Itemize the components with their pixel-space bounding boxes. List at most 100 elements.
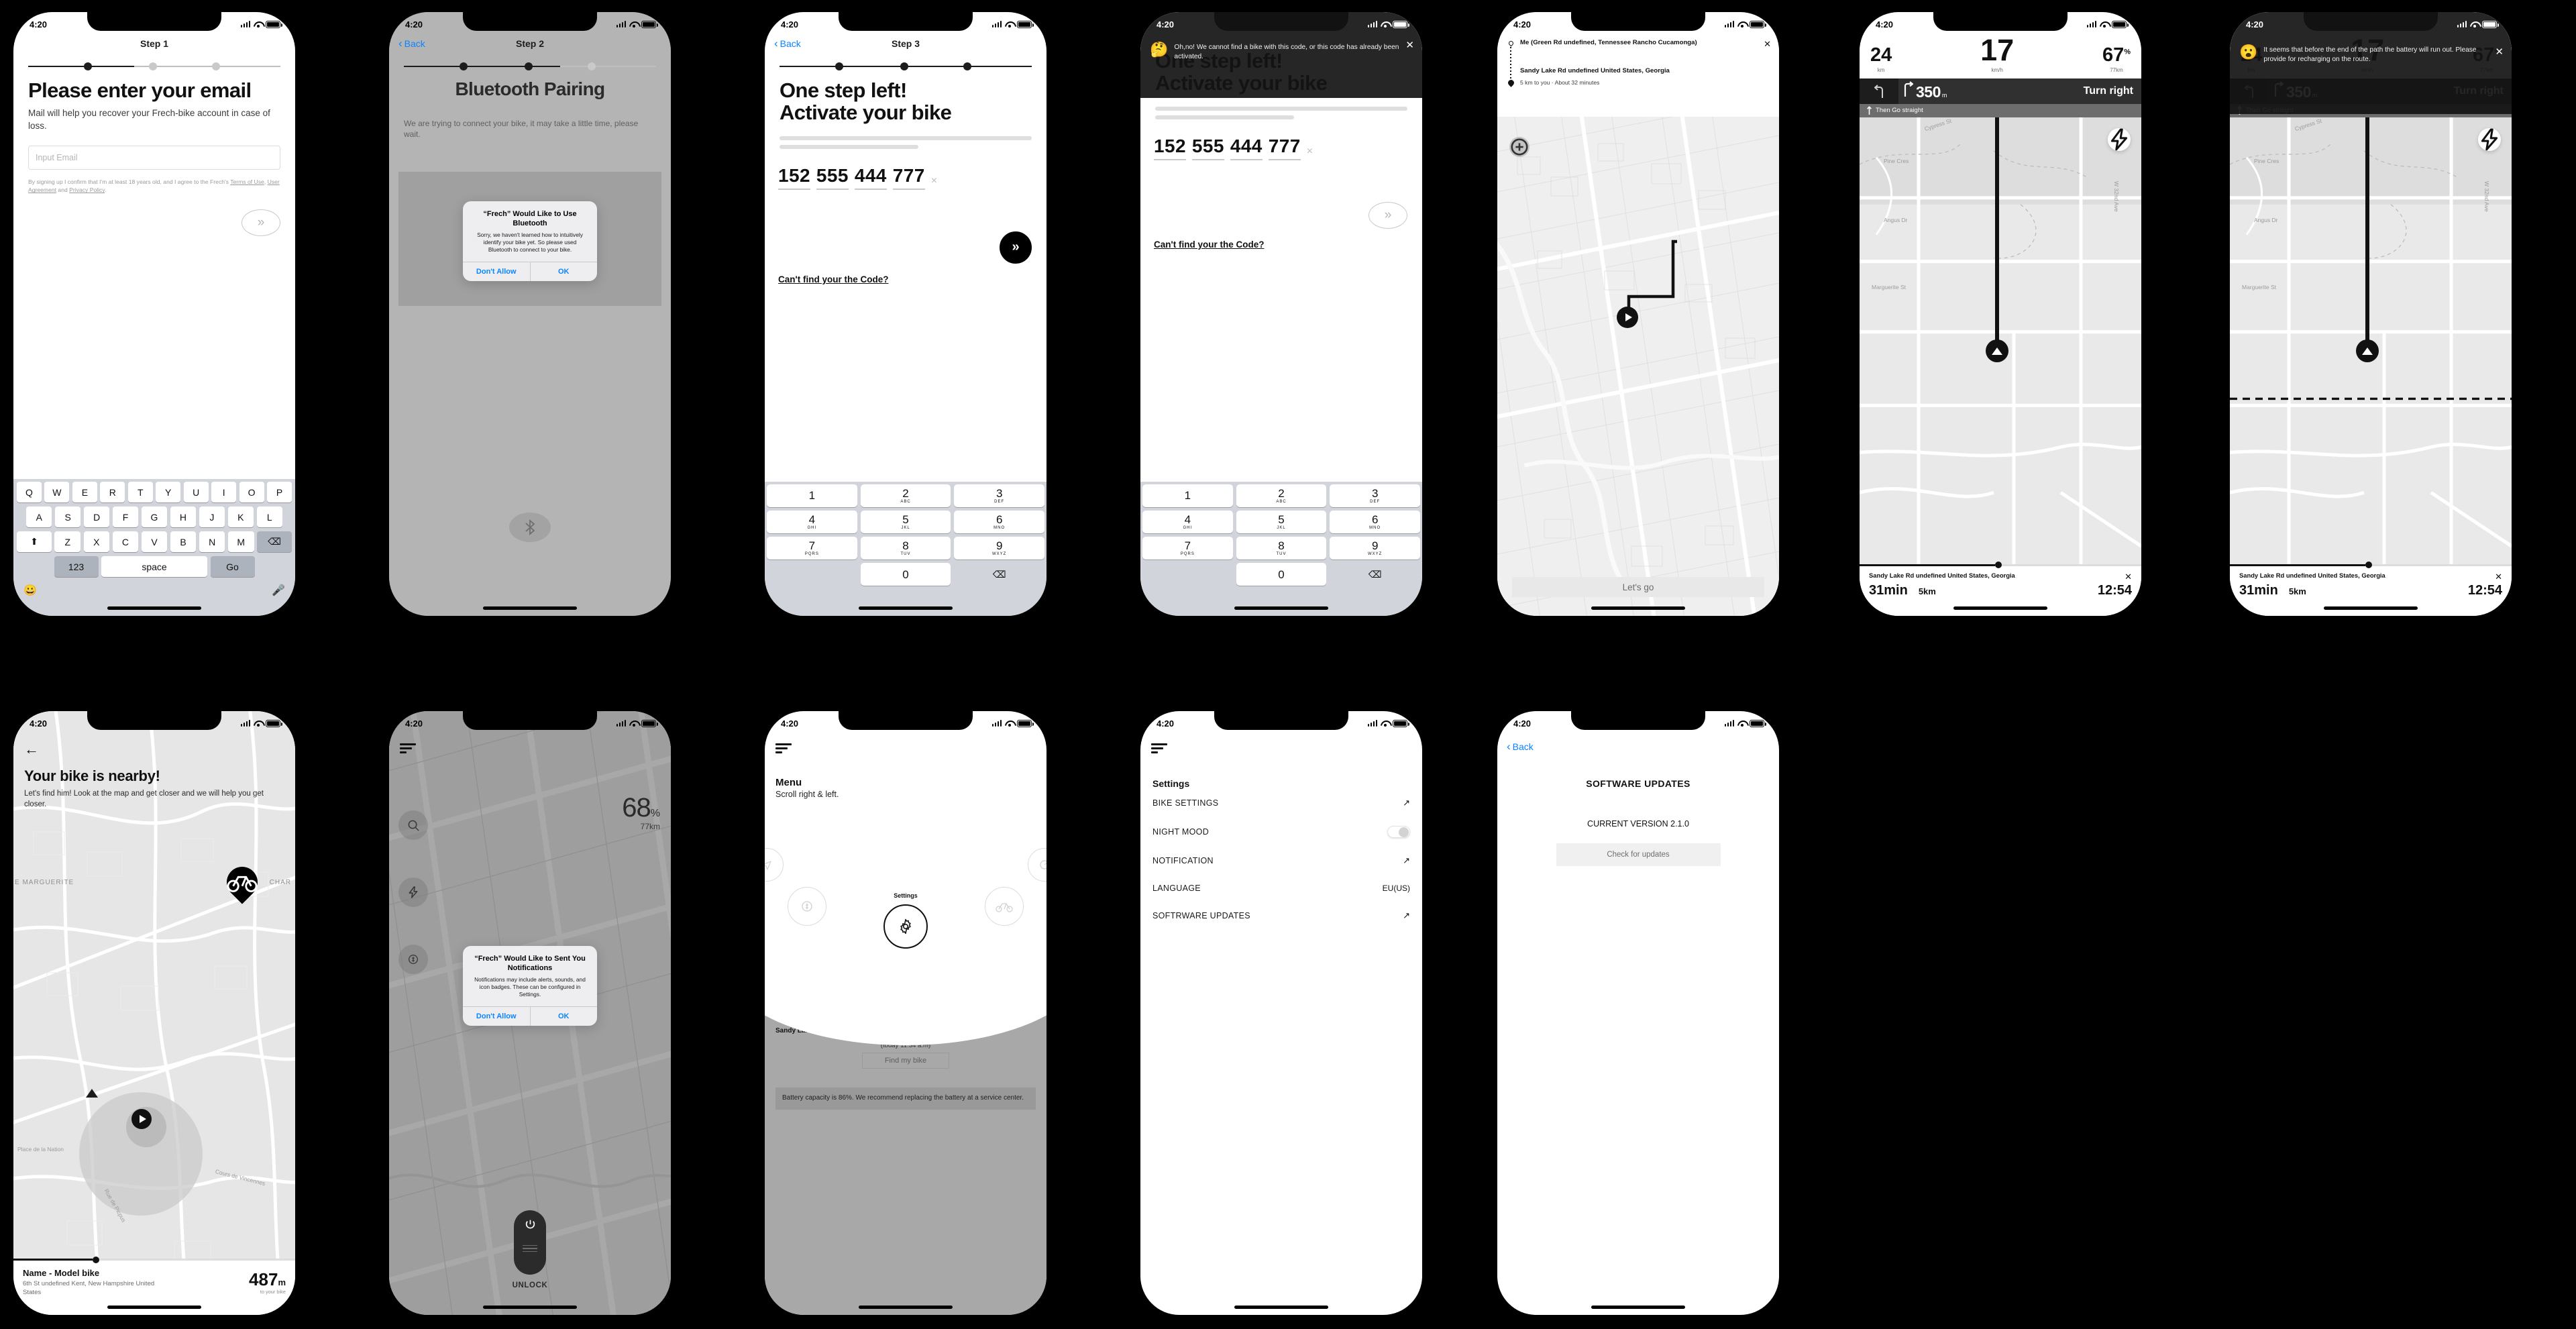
- key-i[interactable]: I: [211, 482, 237, 502]
- key-x[interactable]: X: [83, 531, 110, 552]
- shift-key[interactable]: ⬆: [16, 531, 52, 552]
- cant-find-code-link[interactable]: Can't find your the Code?: [1140, 240, 1422, 250]
- night-mood-toggle[interactable]: [1387, 825, 1410, 838]
- clear-code-button[interactable]: ×: [1307, 146, 1313, 158]
- numeric-keypad[interactable]: 1 2 ABC 3 DEF 4 GHI 5 JKL 6 MNO 7 PQRS 8 TUV 9W…: [1140, 482, 1422, 616]
- numkey-5[interactable]: 5 JKL: [860, 511, 951, 533]
- settings-row-language[interactable]: LANGUAGE EU(US): [1152, 875, 1410, 902]
- dont-allow-button[interactable]: Don't Allow: [463, 262, 530, 281]
- code-cell-2[interactable]: 555: [1191, 136, 1224, 160]
- numpad-backspace[interactable]: ⌫: [954, 563, 1044, 586]
- route-map[interactable]: Let's go: [1497, 117, 1779, 616]
- key-d[interactable]: D: [83, 507, 110, 527]
- key-m[interactable]: M: [227, 531, 254, 552]
- numkey-8[interactable]: 8 TUV: [860, 537, 951, 560]
- key-e[interactable]: E: [72, 482, 97, 502]
- menu-icon[interactable]: [1151, 743, 1167, 753]
- menu-item-payments[interactable]: [788, 887, 826, 926]
- key-g[interactable]: G: [141, 507, 168, 527]
- numkey-0[interactable]: 0: [1236, 563, 1327, 586]
- key-a[interactable]: A: [26, 507, 52, 527]
- numkey-6[interactable]: 6 MNO: [1330, 511, 1421, 533]
- numkey-3[interactable]: 3 DEF: [954, 484, 1045, 507]
- toast-close-button[interactable]: ✕: [1405, 40, 1414, 50]
- numeric-keypad[interactable]: 1 2 ABC 3 DEF 4 GHI 5 JKL 6 MNO 7 PQRS 8 TUV 9W…: [765, 482, 1046, 616]
- end-navigation-button[interactable]: ✕: [2125, 572, 2132, 582]
- back-button[interactable]: ‹ Back: [398, 38, 425, 50]
- activation-code-inputs[interactable]: 152 555 444 777 ×: [1140, 136, 1422, 160]
- key-v[interactable]: V: [141, 531, 168, 552]
- back-button[interactable]: ‹ Back: [774, 38, 801, 50]
- close-icon[interactable]: ✕: [1764, 39, 1771, 50]
- ok-button[interactable]: OK: [529, 1006, 598, 1026]
- find-my-bike-button[interactable]: Find my bike: [862, 1053, 949, 1069]
- numkey-8[interactable]: 8 TUV: [1236, 537, 1327, 560]
- key-z[interactable]: Z: [54, 531, 81, 552]
- key-l[interactable]: L: [256, 507, 282, 527]
- numkey-3[interactable]: 3 DEF: [1330, 484, 1421, 507]
- key-w[interactable]: W: [44, 482, 70, 502]
- privacy-policy-link[interactable]: Privacy Policy: [69, 187, 105, 193]
- go-key[interactable]: Go: [210, 556, 255, 577]
- key-n[interactable]: N: [199, 531, 225, 552]
- numkey-0[interactable]: 0: [860, 563, 951, 586]
- unlock-button[interactable]: [514, 1210, 546, 1275]
- numkey-1[interactable]: 1: [1142, 484, 1233, 507]
- email-field[interactable]: Input Email: [28, 145, 280, 170]
- numkey-5[interactable]: 5 JKL: [1236, 511, 1327, 533]
- code-cell-4[interactable]: 777: [1268, 136, 1301, 160]
- numkey-2[interactable]: 2 ABC: [1236, 484, 1327, 507]
- key-p[interactable]: P: [267, 482, 292, 502]
- menu-icon[interactable]: [775, 743, 792, 753]
- numkey-1[interactable]: 1: [767, 484, 857, 507]
- toast-close-button[interactable]: ✕: [2495, 47, 2504, 57]
- key-c[interactable]: C: [112, 531, 139, 552]
- code-cell-3[interactable]: 444: [1230, 136, 1263, 160]
- emoji-icon[interactable]: 😀: [23, 584, 37, 597]
- charge-icon[interactable]: [398, 878, 428, 907]
- check-for-updates-button[interactable]: Check for updates: [1556, 843, 1721, 866]
- next-button[interactable]: »: [1000, 231, 1032, 264]
- settings-row-notification[interactable]: NOTIFICATION ↗: [1152, 847, 1410, 875]
- key-b[interactable]: B: [170, 531, 197, 552]
- code-cell-1[interactable]: 152: [1154, 136, 1186, 160]
- space-key[interactable]: space: [101, 556, 207, 577]
- numkey-9[interactable]: 9 WXYZ: [954, 537, 1045, 560]
- activation-code-inputs[interactable]: 152 555 444 777 ×: [765, 165, 1046, 190]
- settings-row-night-mood[interactable]: NIGHT MOOD: [1152, 817, 1410, 847]
- key-j[interactable]: J: [199, 507, 225, 527]
- menu-item-settings[interactable]: [883, 904, 928, 949]
- search-icon[interactable]: [398, 810, 428, 840]
- navigation-map[interactable]: Pine Cres Angus Dr Marguerite St W 32nd …: [2230, 117, 2512, 616]
- compass-icon[interactable]: [1509, 137, 1529, 157]
- ok-button[interactable]: OK: [529, 262, 598, 281]
- key-o[interactable]: O: [239, 482, 264, 502]
- code-cell-1[interactable]: 152: [778, 165, 810, 190]
- numkey-6[interactable]: 6 MNO: [954, 511, 1045, 533]
- key-f[interactable]: F: [112, 507, 139, 527]
- key-k[interactable]: K: [227, 507, 254, 527]
- back-button[interactable]: ‹ Back: [1507, 741, 1534, 753]
- clear-code-button[interactable]: ×: [931, 175, 937, 187]
- numkey-7[interactable]: 7 PQRS: [767, 537, 857, 560]
- numkey-4[interactable]: 4 GHI: [767, 511, 857, 533]
- navigation-map[interactable]: Pine Cres Angus Dr Marguerite St W 32nd …: [1860, 117, 2141, 616]
- key-r[interactable]: R: [100, 482, 125, 502]
- code-cell-3[interactable]: 444: [854, 165, 887, 190]
- settings-row-software-updates[interactable]: SOFTRWARE UPDATES ↗: [1152, 902, 1410, 930]
- backspace-key[interactable]: ⌫: [257, 531, 292, 552]
- numkey-9[interactable]: 9 WXYZ: [1330, 537, 1421, 560]
- end-navigation-button[interactable]: ✕: [2495, 572, 2502, 582]
- key-t[interactable]: T: [127, 482, 153, 502]
- lets-go-button[interactable]: Let's go: [1512, 577, 1764, 597]
- next-button[interactable]: »: [1368, 201, 1407, 229]
- next-button[interactable]: »: [241, 209, 280, 236]
- back-arrow-icon[interactable]: ←: [24, 742, 284, 757]
- numpad-backspace[interactable]: ⌫: [1330, 563, 1420, 586]
- numkey-4[interactable]: 4 GHI: [1142, 511, 1233, 533]
- code-cell-2[interactable]: 555: [816, 165, 849, 190]
- keyboard[interactable]: Q W E R T Y U I O P A S D F G H J K L ⬆ …: [13, 479, 295, 616]
- menu-item-bike[interactable]: [985, 887, 1024, 926]
- menu-icon[interactable]: [400, 743, 416, 753]
- numbers-key[interactable]: 123: [54, 556, 99, 577]
